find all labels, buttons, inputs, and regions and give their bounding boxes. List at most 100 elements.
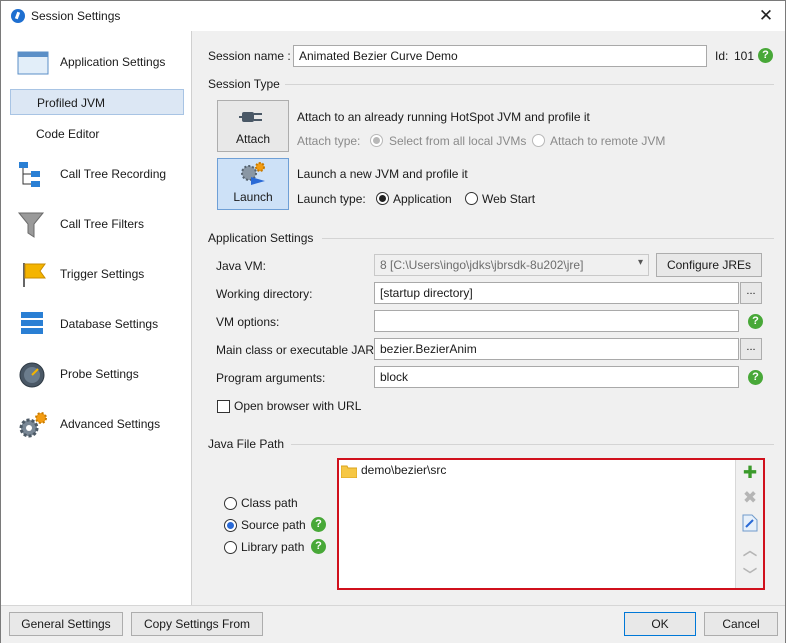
title-bar: Session Settings ✕ [1, 1, 785, 31]
sidebar-item-label: Application Settings [60, 55, 166, 69]
working-directory-input[interactable]: [startup directory] [374, 282, 739, 304]
flag-icon [23, 263, 46, 287]
vm-options-input[interactable] [374, 310, 739, 332]
library-path-radio[interactable] [224, 541, 237, 554]
edit-icon[interactable] [739, 512, 761, 534]
sidebar-item-label: Advanced Settings [60, 417, 161, 431]
sidebar-item-call-tree-filters[interactable]: Call Tree Filters [1, 209, 192, 239]
path-list-toolbar: ✚ ✖ ︿ ﹀ [735, 460, 763, 588]
launch-application-label: Application [393, 192, 452, 206]
sidebar-item-database-settings[interactable]: Database Settings [1, 309, 192, 339]
sidebar-item-label: Probe Settings [60, 367, 139, 381]
sidebar-item-advanced-settings[interactable]: Advanced Settings [1, 409, 192, 439]
library-path-label: Library path [241, 540, 305, 554]
list-item-label: demo\bezier\src [361, 463, 447, 477]
source-path-label: Source path [241, 518, 306, 532]
window-icon [17, 51, 49, 75]
gears-icon [19, 412, 47, 438]
add-icon[interactable]: ✚ [739, 462, 761, 484]
main-class-input[interactable]: bezier.BezierAnim [374, 338, 739, 360]
launch-webstart-label: Web Start [482, 192, 536, 206]
open-browser-checkbox[interactable] [217, 400, 230, 413]
attach-type-label: Attach type: [297, 134, 361, 148]
sidebar-item-label: Database Settings [60, 317, 159, 331]
help-icon[interactable]: ? [748, 370, 763, 385]
chevron-up-icon[interactable]: ︿ [739, 539, 761, 561]
ok-button[interactable]: OK [624, 612, 696, 636]
working-directory-label: Working directory: [216, 287, 313, 301]
program-arguments-label: Program arguments: [216, 371, 326, 385]
launch-application-radio[interactable] [376, 192, 389, 205]
launch-webstart-radio[interactable] [465, 192, 478, 205]
remove-icon[interactable]: ✖ [739, 487, 761, 509]
help-icon[interactable]: ? [748, 314, 763, 329]
sidebar-item-code-editor[interactable]: Code Editor [10, 121, 184, 147]
database-icon [21, 312, 43, 334]
general-settings-button[interactable]: General Settings [9, 612, 123, 636]
java-vm-select[interactable]: 8 [C:\Users\ingo\jdks\jbrsdk-8u202\jre] … [374, 254, 649, 276]
launch-type-label: Launch type: [297, 192, 366, 206]
sidebar-item-trigger-settings[interactable]: Trigger Settings [1, 259, 192, 289]
help-icon[interactable]: ? [311, 517, 326, 532]
id-value: 101 [734, 49, 755, 63]
attach-local-label: Select from all local JVMs [389, 134, 527, 148]
java-vm-label: Java VM: [216, 259, 267, 273]
sidebar-item-probe-settings[interactable]: Probe Settings [1, 359, 192, 389]
document-icon [742, 514, 758, 532]
gauge-icon [19, 362, 45, 388]
vm-options-label: VM options: [216, 315, 280, 329]
java-file-path-title: Java File Path [208, 437, 285, 451]
help-icon[interactable]: ? [758, 48, 773, 63]
program-arguments-input[interactable]: block [374, 366, 739, 388]
session-name-label: Session name : [208, 49, 291, 63]
folder-icon [341, 465, 357, 478]
attach-remote-radio[interactable] [532, 134, 545, 147]
sidebar: Application Settings Profiled JVM Code E… [1, 31, 192, 605]
sidebar-item-label: Profiled JVM [37, 96, 106, 110]
application-settings-title: Application Settings [208, 231, 314, 245]
open-browser-label: Open browser with URL [234, 399, 362, 413]
chevron-down-icon[interactable]: ﹀ [739, 564, 761, 586]
browse-main-class-button[interactable]: ... [740, 338, 762, 360]
attach-remote-label: Attach to remote JVM [550, 134, 666, 148]
sidebar-item-label: Call Tree Recording [60, 167, 167, 181]
session-settings-window: Session Settings ✕ Application Settings … [0, 0, 786, 643]
sidebar-item-profiled-jvm[interactable]: Profiled JVM [10, 89, 184, 115]
sidebar-item-call-tree-recording[interactable]: Call Tree Recording [1, 159, 192, 189]
sidebar-item-label: Call Tree Filters [60, 217, 145, 231]
sidebar-item-application-settings[interactable]: Application Settings [1, 47, 192, 77]
cancel-button[interactable]: Cancel [704, 612, 778, 636]
class-path-label: Class path [241, 496, 298, 510]
source-path-list[interactable]: demo\bezier\src ✚ ✖ ︿ ﹀ [337, 458, 765, 590]
id-label: Id: [715, 49, 729, 63]
attach-button[interactable]: Attach [217, 100, 289, 152]
window-title: Session Settings [31, 9, 121, 23]
chevron-down-icon: ▾ [637, 257, 643, 268]
source-path-radio[interactable] [224, 519, 237, 532]
close-icon[interactable]: ✕ [753, 4, 779, 28]
class-path-radio[interactable] [224, 497, 237, 510]
launch-button-label: Launch [233, 190, 273, 204]
footer-bar: General Settings Copy Settings From OK C… [1, 605, 785, 643]
sidebar-item-label: Trigger Settings [60, 267, 145, 281]
divider [322, 238, 774, 239]
copy-settings-from-button[interactable]: Copy Settings From [131, 612, 263, 636]
main-class-label: Main class or executable JAR: [216, 343, 378, 357]
help-icon[interactable]: ? [311, 539, 326, 554]
funnel-icon [17, 212, 45, 238]
launch-button[interactable]: Launch [217, 158, 289, 210]
attach-description: Attach to an already running HotSpot JVM… [297, 110, 590, 124]
call-tree-icon [19, 162, 40, 187]
attach-button-label: Attach [235, 132, 271, 146]
session-name-input[interactable]: Animated Bezier Curve Demo [293, 45, 707, 67]
configure-jres-button[interactable]: Configure JREs [656, 253, 762, 277]
launch-description: Launch a new JVM and profile it [297, 167, 468, 181]
session-type-title: Session Type [208, 77, 280, 91]
attach-local-radio[interactable] [370, 134, 383, 147]
app-icon [11, 9, 25, 23]
java-vm-value: 8 [C:\Users\ingo\jdks\jbrsdk-8u202\jre] [380, 258, 584, 272]
divider [285, 84, 774, 85]
sidebar-item-label: Code Editor [36, 127, 100, 141]
launch-gear-icon [241, 162, 265, 185]
browse-working-directory-button[interactable]: ... [740, 282, 762, 304]
